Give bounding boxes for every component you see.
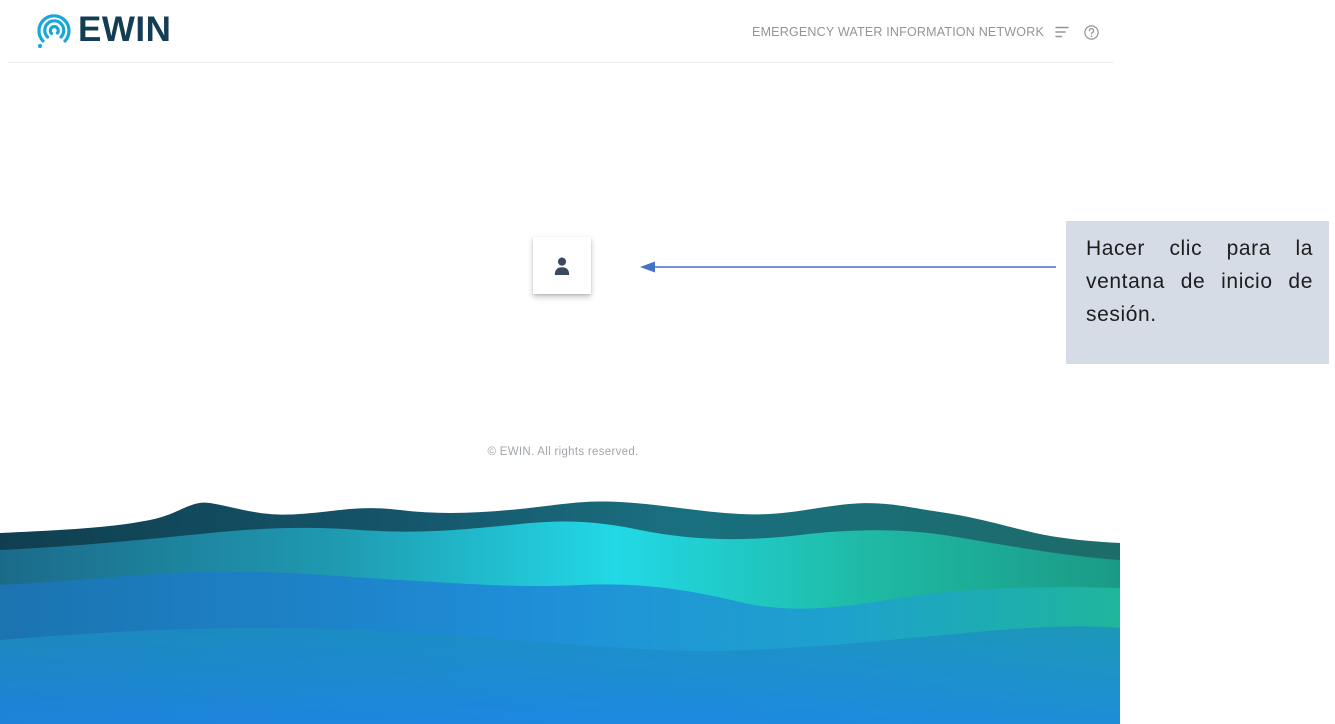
header-divider (8, 62, 1114, 63)
top-nav: EMERGENCY WATER INFORMATION NETWORK (752, 20, 1100, 44)
help-circle-icon[interactable] (1083, 24, 1100, 41)
water-waves-illustration (0, 501, 1120, 724)
ewin-spiral-icon (37, 14, 71, 49)
annotation-text: Hacer clic para la ventana de inicio de … (1086, 237, 1313, 326)
copyright-text: © EWIN. All rights reserved. (487, 446, 639, 458)
app-window: EWIN EMERGENCY WATER INFORMATION NETWORK… (0, 0, 1120, 724)
network-title: EMERGENCY WATER INFORMATION NETWORK (752, 25, 1044, 39)
logo-text: EWIN (78, 10, 172, 49)
annotation-callout: Hacer clic para la ventana de inicio de … (1066, 221, 1329, 364)
menu-icon[interactable] (1054, 24, 1070, 40)
user-icon (554, 257, 570, 275)
callout-arrow (640, 261, 1056, 273)
login-button[interactable] (533, 237, 591, 294)
logo[interactable]: EWIN (34, 10, 171, 50)
top-bar: EWIN EMERGENCY WATER INFORMATION NETWORK (0, 0, 1120, 62)
